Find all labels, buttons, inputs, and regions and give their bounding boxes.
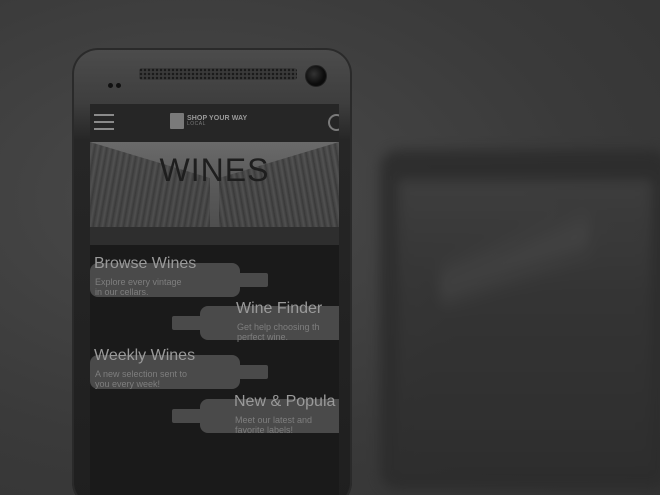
speaker-grille xyxy=(139,68,297,80)
search-icon[interactable] xyxy=(328,114,339,131)
vineyard-ground xyxy=(90,227,339,245)
front-camera xyxy=(305,65,327,87)
hamburger-menu-icon[interactable] xyxy=(94,114,114,130)
menu-item-weekly-wines[interactable]: Weekly Wines A new selection sent to you… xyxy=(90,347,339,397)
background-device-graphic xyxy=(440,210,590,310)
hero-title: WINES xyxy=(159,152,270,188)
bottle-neck xyxy=(236,365,268,379)
app-header: SHOP YOUR WAY LOCAL xyxy=(90,104,339,142)
menu-item-browse-wines[interactable]: Browse Wines Explore every vintage in ou… xyxy=(90,255,339,305)
menu-item-desc-line1: Meet our latest and xyxy=(235,415,313,425)
sensor-dots xyxy=(108,75,126,88)
menu-item-desc-line2: you every week! xyxy=(95,379,161,389)
menu-item-title: Weekly Wines xyxy=(94,347,196,364)
background-device-blurred xyxy=(380,150,660,490)
app-logo[interactable]: SHOP YOUR WAY LOCAL xyxy=(170,113,247,129)
scene: SHOP YOUR WAY LOCAL WINES Browse Wines E… xyxy=(0,0,660,495)
menu-item-desc-line1: Get help choosing th xyxy=(237,322,320,332)
bottle-neck xyxy=(236,273,268,287)
menu-item-desc-line1: A new selection sent to xyxy=(95,369,188,379)
logo-text: SHOP YOUR WAY LOCAL xyxy=(187,115,247,127)
menu-item-desc-line2: perfect wine. xyxy=(237,332,289,342)
menu-item-new-popular[interactable]: New & Popula Meet our latest and favorit… xyxy=(90,393,339,443)
phone-screen: SHOP YOUR WAY LOCAL WINES Browse Wines E… xyxy=(90,104,339,495)
wine-menu-list: Browse Wines Explore every vintage in ou… xyxy=(90,245,339,495)
menu-item-title: Wine Finder xyxy=(236,300,323,317)
menu-item-title: New & Popula xyxy=(234,393,336,410)
logo-sub-text: LOCAL xyxy=(187,121,206,127)
hero-banner: WINES xyxy=(90,142,339,245)
menu-item-wine-finder[interactable]: Wine Finder Get help choosing th perfect… xyxy=(90,300,339,350)
menu-item-desc-line2: in our cellars. xyxy=(95,287,149,297)
menu-item-desc-line1: Explore every vintage xyxy=(95,277,182,287)
menu-item-title: Browse Wines xyxy=(94,255,197,272)
shopping-bag-icon xyxy=(170,113,184,129)
phone: SHOP YOUR WAY LOCAL WINES Browse Wines E… xyxy=(72,48,352,495)
menu-item-desc-line2: favorite labels! xyxy=(235,425,294,435)
